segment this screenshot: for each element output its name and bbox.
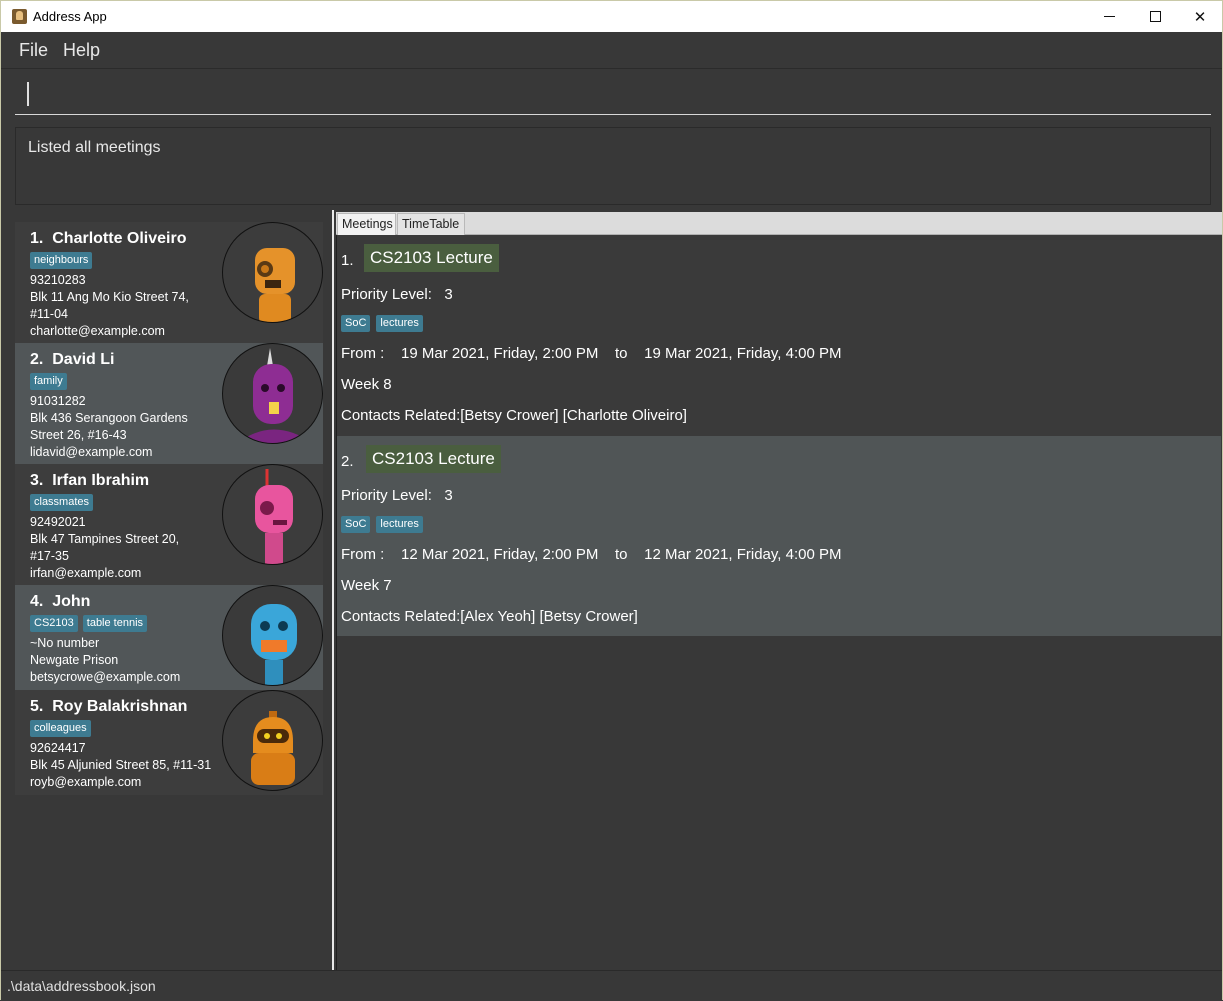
tab-meetings[interactable]: Meetings [337,213,396,235]
tag: lectures [376,516,423,533]
meeting-card[interactable]: 1. CS2103 Lecture Priority Level: 3 SoC … [337,235,1221,436]
person-name: 5. Roy Balakrishnan [30,698,188,715]
maximize-icon [1149,11,1161,22]
person-name: 4. John [30,593,91,610]
person-tags: family [30,373,67,390]
meeting-title: CS2103 Lecture [366,445,501,473]
menu-file[interactable]: File [19,40,48,61]
avatar [222,222,323,323]
avatar [222,585,323,686]
result-text: Listed all meetings [28,139,161,156]
text-caret [27,82,29,106]
person-card[interactable]: 4. John CS2103 table tennis ~No number N… [15,585,323,690]
person-address: Street 26, #16-43 [30,428,127,442]
person-phone: 92492021 [30,515,86,529]
person-list-panel[interactable]: 1. Charlotte Oliveiro neighbours 9321028… [1,210,334,970]
meeting-index: 2. [341,453,354,470]
meeting-contacts: Contacts Related:[Alex Yeoh] [Betsy Crow… [341,608,638,625]
person-address: #17-35 [30,549,69,563]
tag: lectures [376,315,423,332]
tab-bar: Meetings TimeTable [336,212,1222,235]
person-card[interactable]: 2. David Li family 91031282 Blk 436 Sera… [15,343,323,464]
tag: family [30,373,67,390]
person-email: irfan@example.com [30,566,142,580]
meeting-title: CS2103 Lecture [364,244,499,272]
person-tags: neighbours [30,252,93,269]
person-email: betsycrowe@example.com [30,670,181,684]
tag: SoC [341,315,371,332]
result-display: Listed all meetings [15,127,1211,205]
person-address: #11-04 [30,307,68,321]
meeting-list-panel[interactable]: 1. CS2103 Lecture Priority Level: 3 SoC … [336,235,1222,970]
tag: colleagues [30,720,91,737]
person-email: charlotte@example.com [30,324,165,338]
person-email: lidavid@example.com [30,445,153,459]
avatar [222,464,323,565]
tag: neighbours [30,252,93,269]
person-name: 2. David Li [30,351,115,368]
person-phone: 92624417 [30,741,86,755]
person-address: Blk 436 Serangoon Gardens [30,411,188,425]
person-tags: colleagues [30,720,91,737]
command-input[interactable] [15,79,1211,115]
person-card[interactable]: 5. Roy Balakrishnan colleagues 92624417 … [15,690,323,795]
person-name: 3. Irfan Ibrahim [30,472,150,489]
tab-timetable[interactable]: TimeTable [397,213,465,235]
title-bar: Address App ✕ [1,1,1222,32]
app-window: Address App ✕ File Help Listed all meeti… [0,0,1223,1001]
avatar [222,343,323,444]
command-box [1,70,1222,121]
person-tags: CS2103 table tennis [30,615,148,632]
window-title: Address App [33,9,107,24]
meeting-tags: SoC lectures [341,315,423,332]
meeting-time: From : 19 Mar 2021, Friday, 2:00 PM to 1… [341,345,842,362]
person-phone: 91031282 [30,394,86,408]
tag: CS2103 [30,615,78,632]
person-card[interactable]: 3. Irfan Ibrahim classmates 92492021 Blk… [15,464,323,585]
app-icon [12,9,27,24]
meeting-time: From : 12 Mar 2021, Friday, 2:00 PM to 1… [341,546,842,563]
menu-help[interactable]: Help [63,40,100,61]
minimize-icon [1103,16,1115,17]
meeting-tags: SoC lectures [341,516,423,533]
meeting-contacts: Contacts Related:[Betsy Crower] [Charlot… [341,407,687,424]
person-phone: 93210283 [30,273,86,287]
meeting-priority: Priority Level: 3 [341,487,453,504]
meeting-week: Week 7 [341,577,392,594]
minimize-button[interactable] [1086,1,1132,32]
person-email: royb@example.com [30,775,142,789]
person-card[interactable]: 1. Charlotte Oliveiro neighbours 9321028… [15,222,323,343]
menu-bar: File Help [1,32,1222,69]
tag: classmates [30,494,94,511]
person-address: Blk 11 Ang Mo Kio Street 74, [30,290,189,304]
person-name: 1. Charlotte Oliveiro [30,230,187,247]
person-address: Blk 47 Tampines Street 20, [30,532,180,546]
close-icon: ✕ [1193,8,1207,26]
meeting-index: 1. [341,252,354,269]
person-address: Newgate Prison [30,653,119,667]
maximize-button[interactable] [1132,1,1178,32]
tag: table tennis [82,615,148,632]
person-address: Blk 45 Aljunied Street 85, #11-31 [30,758,212,772]
person-phone: ~No number [30,636,100,650]
close-button[interactable]: ✕ [1177,1,1223,32]
person-tags: classmates [30,494,94,511]
meeting-card[interactable]: 2. CS2103 Lecture Priority Level: 3 SoC … [337,436,1221,636]
meeting-week: Week 8 [341,376,392,393]
tag: SoC [341,516,371,533]
meeting-priority: Priority Level: 3 [341,286,453,303]
avatar [222,690,323,791]
save-location-path: .\data\addressbook.json [7,978,156,994]
status-bar: .\data\addressbook.json [1,970,1222,1001]
